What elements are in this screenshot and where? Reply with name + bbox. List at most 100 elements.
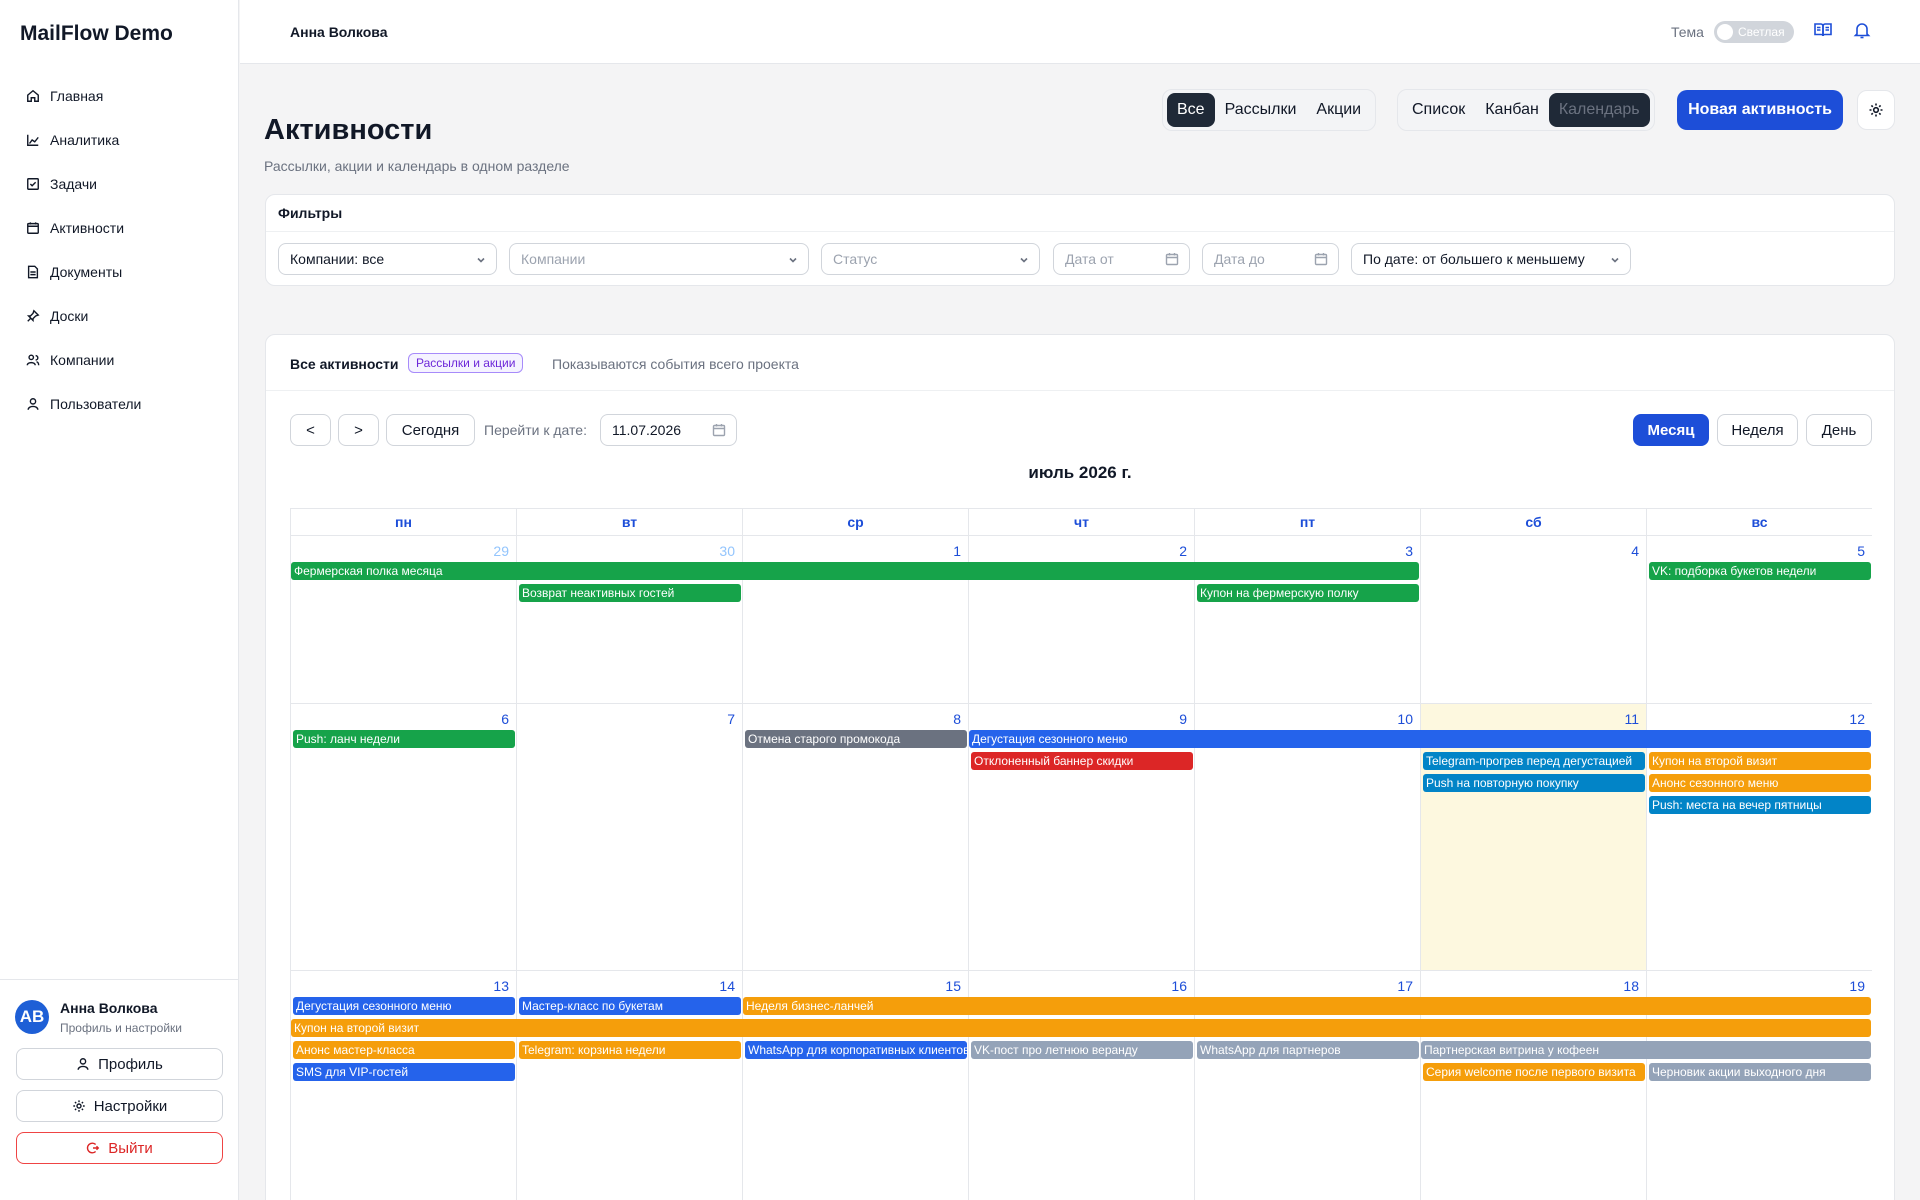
- calendar-event[interactable]: Купон на второй визит: [1649, 752, 1871, 770]
- company-mode-select[interactable]: Компании: все: [278, 243, 497, 275]
- day-number[interactable]: 10: [1397, 711, 1413, 727]
- calendar-event[interactable]: Купон на второй визит: [291, 1019, 1871, 1037]
- book-icon[interactable]: [1813, 20, 1833, 40]
- day-number[interactable]: 17: [1397, 978, 1413, 994]
- logout-button[interactable]: Выйти: [16, 1132, 223, 1164]
- day-number[interactable]: 15: [945, 978, 961, 994]
- tab-promotions[interactable]: Акции: [1306, 93, 1371, 127]
- theme-toggle[interactable]: Светлая: [1714, 21, 1794, 43]
- day-cell[interactable]: 7: [517, 704, 743, 971]
- calendar-event[interactable]: Push: ланч недели: [293, 730, 515, 748]
- tab-kanban[interactable]: Канбан: [1475, 93, 1549, 127]
- divider: [266, 390, 1894, 391]
- view-month-button[interactable]: Месяц: [1633, 414, 1709, 446]
- settings-button[interactable]: Настройки: [16, 1090, 223, 1122]
- settings-gear-button[interactable]: [1857, 90, 1895, 130]
- calendar-event[interactable]: Push на повторную покупку: [1423, 774, 1645, 792]
- goto-date-value: 11.07.2026: [612, 422, 682, 438]
- chevron-down-icon: [789, 257, 797, 263]
- calendar-event[interactable]: Отмена старого промокода: [745, 730, 967, 748]
- calendar-event[interactable]: Анонс мастер-класса: [293, 1041, 515, 1059]
- prev-month-button[interactable]: <: [290, 414, 331, 446]
- sidebar-item-companies[interactable]: Компании: [16, 338, 223, 382]
- sidebar-item-activities[interactable]: Активности: [16, 206, 223, 250]
- calendar-event[interactable]: Push: места на вечер пятницы: [1649, 796, 1871, 814]
- day-number[interactable]: 3: [1405, 543, 1413, 559]
- calendar-event[interactable]: Telegram: корзина недели: [519, 1041, 741, 1059]
- sidebar-item-label: Компании: [50, 352, 115, 368]
- calendar-event[interactable]: Партнерская витрина у кофеен: [1421, 1041, 1871, 1059]
- view-week-button[interactable]: Неделя: [1717, 414, 1798, 446]
- sidebar-item-users[interactable]: Пользователи: [16, 382, 223, 426]
- new-activity-button[interactable]: Новая активность: [1677, 90, 1843, 130]
- calendar-event[interactable]: Фермерская полка месяца: [291, 562, 1419, 580]
- day-number[interactable]: 9: [1179, 711, 1187, 727]
- calendar-event[interactable]: Мастер-класс по букетам: [519, 997, 741, 1015]
- day-number[interactable]: 14: [719, 978, 735, 994]
- today-button[interactable]: Сегодня: [386, 414, 475, 446]
- calendar-event[interactable]: Возврат неактивных гостей: [519, 584, 741, 602]
- day-number[interactable]: 8: [953, 711, 961, 727]
- calendar-event[interactable]: WhatsApp для корпоративных клиентов: [745, 1041, 967, 1059]
- day-number[interactable]: 1: [953, 543, 961, 559]
- calendar-event[interactable]: WhatsApp для партнеров: [1197, 1041, 1419, 1059]
- sidebar-item-documents[interactable]: Документы: [16, 250, 223, 294]
- calendar-grid: пн вт ср чт пт сб вс 29 30 1 2 3 4 5 Фермерская полка …: [290, 508, 1872, 1200]
- view-day-button[interactable]: День: [1806, 414, 1872, 446]
- calendar-event[interactable]: Купон на фермерскую полку: [1197, 584, 1419, 602]
- calendar-event[interactable]: VK: подборка букетов недели: [1649, 562, 1871, 580]
- calendar-event[interactable]: SMS для VIP-гостей: [293, 1063, 515, 1081]
- date-to-input[interactable]: Дата до: [1202, 243, 1339, 275]
- sidebar-item-analytics[interactable]: Аналитика: [16, 118, 223, 162]
- divider: [266, 231, 1894, 232]
- calendar-event[interactable]: Анонс сезонного меню: [1649, 774, 1871, 792]
- companies-select[interactable]: Компании: [509, 243, 809, 275]
- brand-logo[interactable]: MailFlow Demo: [20, 22, 173, 46]
- day-number[interactable]: 4: [1631, 543, 1639, 559]
- day-cell[interactable]: 4: [1421, 536, 1647, 704]
- next-month-button[interactable]: >: [338, 414, 379, 446]
- theme-label: Тема: [1671, 24, 1704, 40]
- calendar-event[interactable]: Отклоненный баннер скидки: [971, 752, 1193, 770]
- calendar-event[interactable]: Дегустация сезонного меню: [293, 997, 515, 1015]
- sort-select[interactable]: По дате: от большего к меньшему: [1351, 243, 1631, 275]
- day-number[interactable]: 29: [493, 543, 509, 559]
- day-number[interactable]: 11: [1624, 711, 1639, 727]
- day-number[interactable]: 16: [1171, 978, 1187, 994]
- date-from-input[interactable]: Дата от: [1053, 243, 1190, 275]
- avatar[interactable]: АВ: [15, 1000, 49, 1034]
- calendar-event[interactable]: Серия welcome после первого визита: [1423, 1063, 1645, 1081]
- chevron-down-icon: [477, 257, 485, 263]
- calendar-event[interactable]: Черновик акции выходного дня: [1649, 1063, 1871, 1081]
- day-number[interactable]: 30: [719, 543, 735, 559]
- calendar-event[interactable]: VK-пост про летнюю веранду: [971, 1041, 1193, 1059]
- day-number[interactable]: 19: [1849, 978, 1865, 994]
- tab-mailings[interactable]: Рассылки: [1215, 93, 1307, 127]
- day-number[interactable]: 12: [1849, 711, 1865, 727]
- goto-date-input[interactable]: 11.07.2026: [600, 414, 737, 446]
- tab-calendar[interactable]: Календарь: [1548, 93, 1650, 127]
- day-number[interactable]: 18: [1623, 978, 1639, 994]
- sidebar-item-label: Доски: [50, 308, 89, 324]
- calendar-event[interactable]: Telegram-прогрев перед дегустацией: [1423, 752, 1645, 770]
- calendar-event[interactable]: Дегустация сезонного меню: [969, 730, 1871, 748]
- day-number[interactable]: 6: [501, 711, 509, 727]
- day-number[interactable]: 2: [1179, 543, 1187, 559]
- day-number[interactable]: 13: [493, 978, 509, 994]
- calendar-icon: [1314, 253, 1328, 266]
- tab-all[interactable]: Все: [1167, 93, 1215, 127]
- calendar-event[interactable]: Неделя бизнес-ланчей: [743, 997, 1871, 1015]
- tab-list[interactable]: Список: [1402, 93, 1475, 127]
- user-icon: [27, 398, 39, 410]
- calendar-icon: [712, 424, 726, 437]
- day-number[interactable]: 5: [1857, 543, 1865, 559]
- bell-icon[interactable]: [1852, 20, 1872, 40]
- sidebar-item-home[interactable]: Главная: [16, 74, 223, 118]
- profile-button[interactable]: Профиль: [16, 1048, 223, 1080]
- theme-value: Светлая: [1738, 25, 1785, 39]
- day-number[interactable]: 7: [727, 711, 735, 727]
- status-select[interactable]: Статус: [821, 243, 1040, 275]
- sidebar-item-label: Главная: [50, 88, 104, 104]
- sidebar-item-boards[interactable]: Доски: [16, 294, 223, 338]
- sidebar-item-tasks[interactable]: Задачи: [16, 162, 223, 206]
